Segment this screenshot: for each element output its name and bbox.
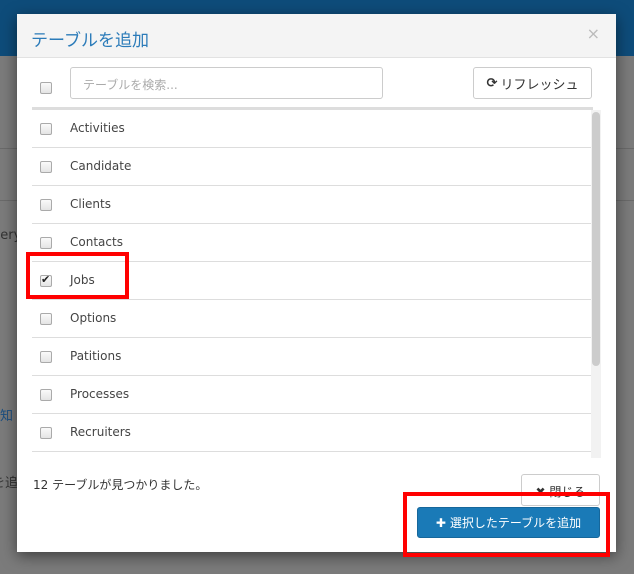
table-checkbox[interactable] [40, 389, 52, 401]
refresh-button[interactable]: ⟳ リフレッシュ [473, 67, 592, 99]
scrollbar[interactable] [591, 110, 601, 458]
search-input[interactable]: テーブルを検索... [70, 67, 383, 99]
highlight-box [26, 252, 129, 299]
bg-text: を追 [0, 476, 19, 491]
table-row[interactable]: Candidate [32, 148, 593, 186]
refresh-label: リフレッシュ [500, 77, 579, 93]
table-checkbox[interactable] [40, 427, 52, 439]
table-checkbox[interactable] [40, 199, 52, 211]
table-row[interactable]: Options [32, 300, 593, 338]
table-name: Contacts [70, 235, 123, 249]
highlight-box [403, 492, 610, 557]
table-name: Recruiters [70, 425, 131, 439]
table-row[interactable]: Clients [32, 186, 593, 224]
table-name: Clients [70, 197, 111, 211]
table-checkbox[interactable] [40, 313, 52, 325]
table-checkbox[interactable] [40, 161, 52, 173]
table-count: 12 テーブルが見つかりました。 [33, 478, 208, 492]
table-checkbox[interactable] [40, 123, 52, 135]
modal-title: テーブルを追加 [31, 31, 149, 51]
table-name: Options [70, 311, 117, 325]
table-name: Patitions [70, 349, 122, 363]
table-row[interactable]: Activities [32, 110, 593, 148]
select-all-checkbox[interactable] [40, 82, 52, 94]
table-checkbox[interactable] [40, 237, 52, 249]
table-row[interactable]: Processes [32, 376, 593, 414]
table-row[interactable]: Patitions [32, 338, 593, 376]
table-name: Candidate [70, 159, 132, 173]
table-checkbox[interactable] [40, 351, 52, 363]
refresh-icon: ⟳ [486, 75, 498, 91]
table-name: Activities [70, 121, 125, 135]
table-name: Processes [70, 387, 130, 401]
modal-header: テーブルを追加 × [17, 14, 616, 58]
scrollbar-thumb[interactable] [592, 112, 600, 366]
table-row[interactable]: Recruiters [32, 414, 593, 452]
bg-text: 知 [0, 409, 14, 424]
close-icon[interactable]: × [587, 24, 600, 43]
